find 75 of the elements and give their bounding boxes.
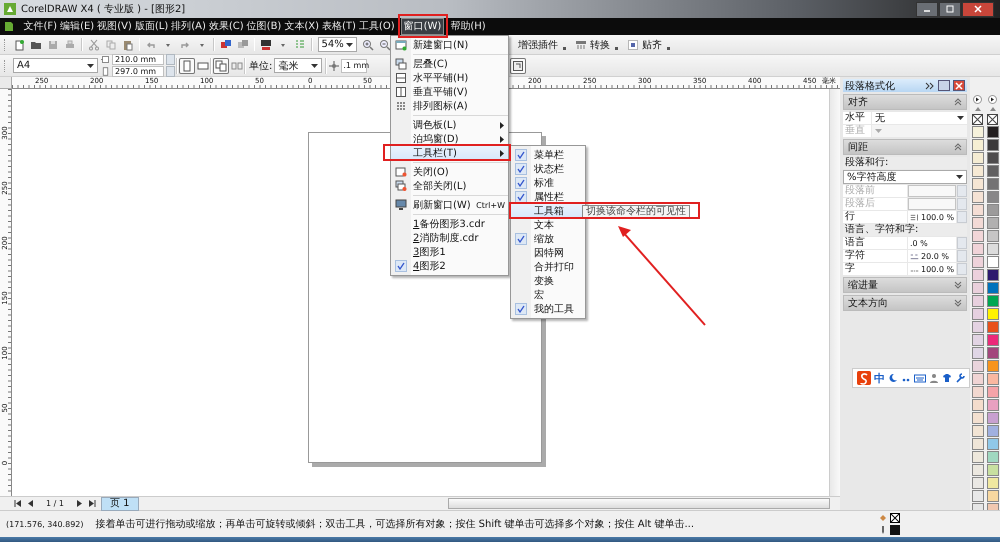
status-message: 接着单击可进行拖动或缩放；再单击可旋转或倾斜；双击工具，可选择所有对象；按住 Shift 键单击可选择多个对象；按住 Alt 键单击... [96,518,694,531]
menu-item[interactable]: 垂直平铺(V) [391,85,508,99]
menu-item[interactable]: 4图形2 [391,259,508,273]
menu-item[interactable]: 帮助(H) [448,19,488,34]
window-title: CorelDRAW X4 ( 专业版 ) - [图形2] [21,2,186,16]
dropdown[interactable]: 无 [872,112,967,124]
units-dropdown[interactable]: 毫米 [274,58,322,73]
menu-item[interactable]: 变换 [511,274,585,288]
menu-item[interactable]: 版面(L) [133,19,170,34]
menu-item[interactable]: 宏 [511,288,585,302]
menu-item[interactable]: 窗口(W) [402,19,443,34]
paper-size-dropdown[interactable]: A4 [13,58,98,73]
menu-item[interactable]: 因特网 [511,246,585,260]
menu-item[interactable]: 效果(C) [207,19,246,34]
units-label: 单位: [249,60,272,72]
nudge-field[interactable]: .1 mm [341,58,368,72]
menu-item[interactable]: 文本 [511,218,585,232]
cursor-coordinates: (171.576, 340.892) [6,520,84,528]
field-label: 字符 [843,250,907,262]
menu-item[interactable]: 我的工具 [511,302,585,316]
field-label: 语言 [843,237,907,249]
page-width-field[interactable]: 210.0 mm [112,54,164,65]
menu-item[interactable]: 泊坞窗(D) [391,132,508,146]
menu-item[interactable]: 工具栏(T) [391,146,508,160]
toolbar-button[interactable]: 转换 [590,38,612,52]
menu-item[interactable]: 视图(V) [96,19,134,34]
menu-item[interactable]: 刷新窗口(W) Ctrl+W [391,198,508,212]
menu-item[interactable]: 状态栏 [511,162,585,176]
menu-item[interactable]: 层叠(C) [391,57,508,71]
section-header[interactable]: 文本方向 [843,295,967,311]
spin-field[interactable]: 100.0 % [908,211,956,223]
group-caption: 语言、字符和字: [843,224,967,236]
menu-item[interactable]: 合并打印 [511,260,585,274]
group-caption: 段落和行: [843,157,967,169]
menu-item[interactable]: 排列(A) [170,19,208,34]
field-label: 行 [843,211,907,223]
docker-title: 段落格式化 [845,80,896,92]
dropdown[interactable]: %字符高度 [843,170,967,184]
menu-item[interactable]: 文件(F) [22,19,59,34]
menu-item[interactable]: 工具(O) [357,19,396,34]
menu-item[interactable]: 水平平铺(H) [391,71,508,85]
menu-item[interactable]: 排列图标(A) [391,99,508,113]
menu-item[interactable]: 新建窗口(N) [391,38,508,52]
menu-item[interactable]: 位图(B) [245,19,283,34]
menu-item[interactable]: 关闭(O) [391,165,508,179]
spin-field[interactable]: 100.0 % [908,263,956,275]
page-tab[interactable]: 页 1 [100,496,139,510]
menu-item[interactable]: 文本(X) [282,19,320,34]
menu-item[interactable]: 属性栏 [511,190,585,204]
toolbar-button[interactable]: 贴齐 [642,38,664,52]
menu-item[interactable]: 表格(T) [320,19,358,34]
field-label: 段落前 [843,185,907,197]
section-header[interactable]: 对齐 [843,94,967,110]
field-label: 字 [843,263,907,275]
field-label: 垂直 [843,125,871,137]
menu-item[interactable]: 1备份图形3.cdr [391,217,508,231]
menu-item[interactable]: 编辑(E) [58,19,96,34]
menu-item[interactable]: 全部关闭(L) [391,179,508,193]
menu-item[interactable]: 2消防制度.cdr [391,231,508,245]
page-counter: 1 / 1 [46,499,64,508]
menu-item[interactable]: 菜单栏 [511,148,585,162]
menu-item[interactable]: 3图形1 [391,245,508,259]
zoom-dropdown[interactable]: 54% [318,37,357,52]
menu-item[interactable]: 缩放 [511,232,585,246]
field-label: 水平 [843,112,871,124]
page-height-field[interactable]: 297.0 mm [112,66,164,77]
toolbar-button[interactable]: 增强插件 [518,38,560,52]
section-header[interactable]: 间距 [843,139,967,155]
menu-item[interactable]: 标准 [511,176,585,190]
menu-item[interactable]: 调色板(L) [391,118,508,132]
section-header[interactable]: 缩进量 [843,277,967,293]
field-label: 段落后 [843,198,907,210]
spin-field[interactable]: .0 % [908,237,956,249]
input-mode-indicator[interactable]: 中 [874,370,885,386]
spin-field[interactable]: 20.0 % [908,250,956,262]
